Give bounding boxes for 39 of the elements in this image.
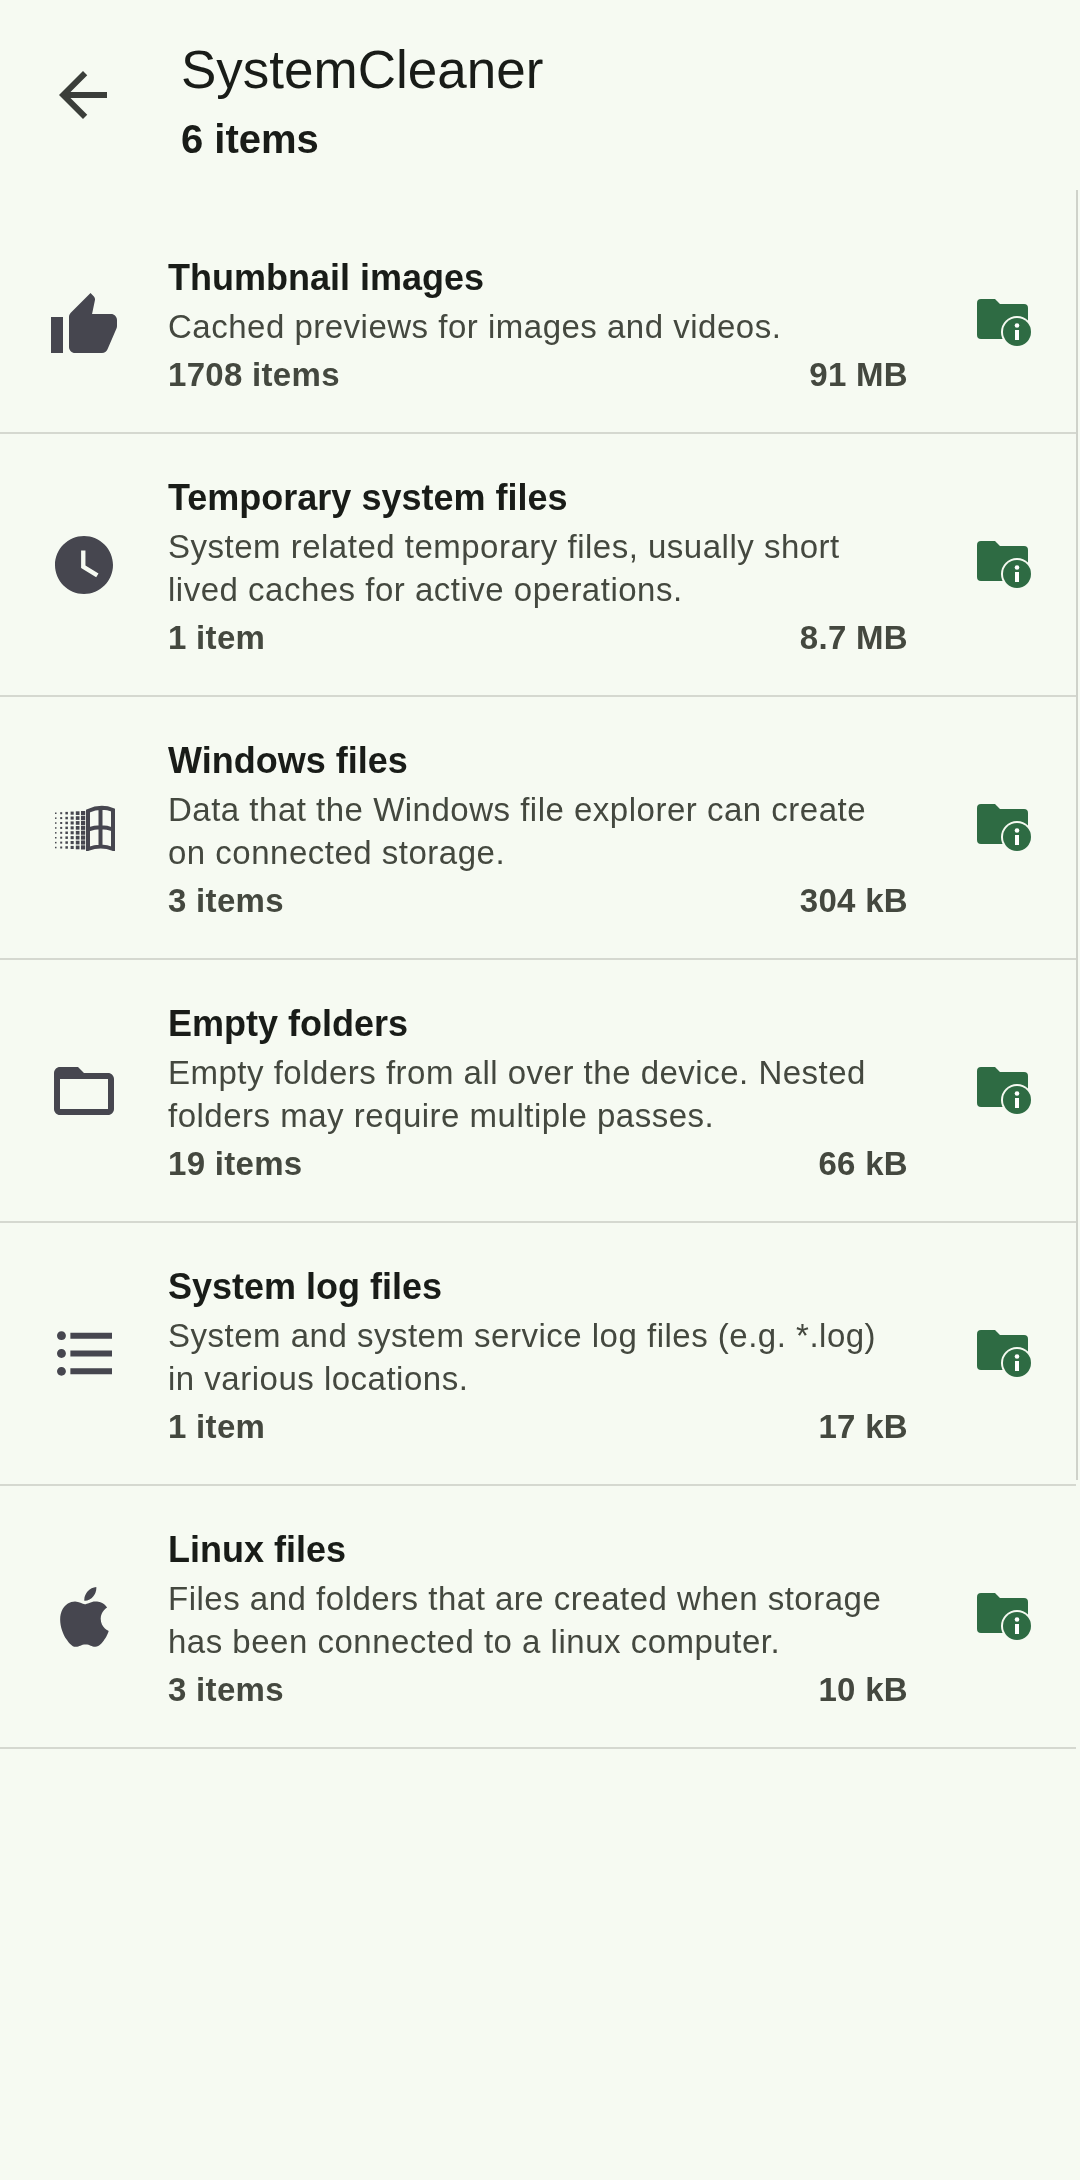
back-arrow-icon[interactable]: [59, 71, 107, 119]
category-description: Empty folders from all over the device. Nested folders may require multiple passes.: [168, 1053, 867, 1136]
item-count: 6 items: [181, 116, 320, 163]
folder-info-icon[interactable]: [977, 1066, 1032, 1115]
clock-icon: [55, 535, 113, 594]
category-description: System related temporary files, usually short lived caches for active operations.: [168, 527, 841, 610]
file-count: 3 items: [168, 1670, 284, 1710]
folder-info-icon[interactable]: [977, 803, 1032, 852]
category-title: System log files: [168, 1265, 444, 1309]
file-count: 1 item: [168, 1407, 266, 1447]
folder-info-icon[interactable]: [977, 1329, 1032, 1378]
file-count: 1708 items: [168, 355, 340, 395]
screen-title: SystemCleaner: [181, 39, 544, 101]
total-size: 304 kB: [799, 881, 908, 921]
list-icon: [56, 1331, 112, 1376]
folder-info-icon[interactable]: [977, 299, 1032, 347]
file-count: 19 items: [168, 1144, 303, 1184]
window-flag-icon: [53, 804, 115, 851]
folder-info-icon[interactable]: [977, 540, 1032, 589]
total-size: 10 kB: [818, 1670, 908, 1710]
total-size: 91 MB: [809, 355, 908, 395]
file-count: 1 item: [168, 618, 266, 658]
total-size: 17 kB: [818, 1407, 908, 1447]
file-count: 3 items: [168, 881, 284, 921]
total-size: 66 kB: [818, 1144, 908, 1184]
category-title: Linux files: [168, 1528, 348, 1572]
thumbs-up-icon: [51, 293, 117, 353]
folder-info-icon[interactable]: [977, 1592, 1032, 1641]
category-description: System and system service log files (e.g. *.log) in various locations.: [168, 1316, 878, 1399]
category-title: Empty folders: [168, 1002, 410, 1046]
category-description: Data that the Windows file explorer can create on connected storage.: [168, 790, 867, 873]
folder-icon: [54, 1066, 114, 1115]
category-title: Windows files: [168, 739, 409, 783]
category-title: Temporary system files: [168, 476, 569, 520]
total-size: 8.7 MB: [799, 618, 908, 658]
category-description: Cached previews for images and videos.: [168, 307, 783, 347]
category-title: Thumbnail images: [168, 256, 486, 300]
apple-icon: [59, 1586, 109, 1647]
category-description: Files and folders that are created when storage has been connected to a linux computer.: [168, 1579, 883, 1662]
